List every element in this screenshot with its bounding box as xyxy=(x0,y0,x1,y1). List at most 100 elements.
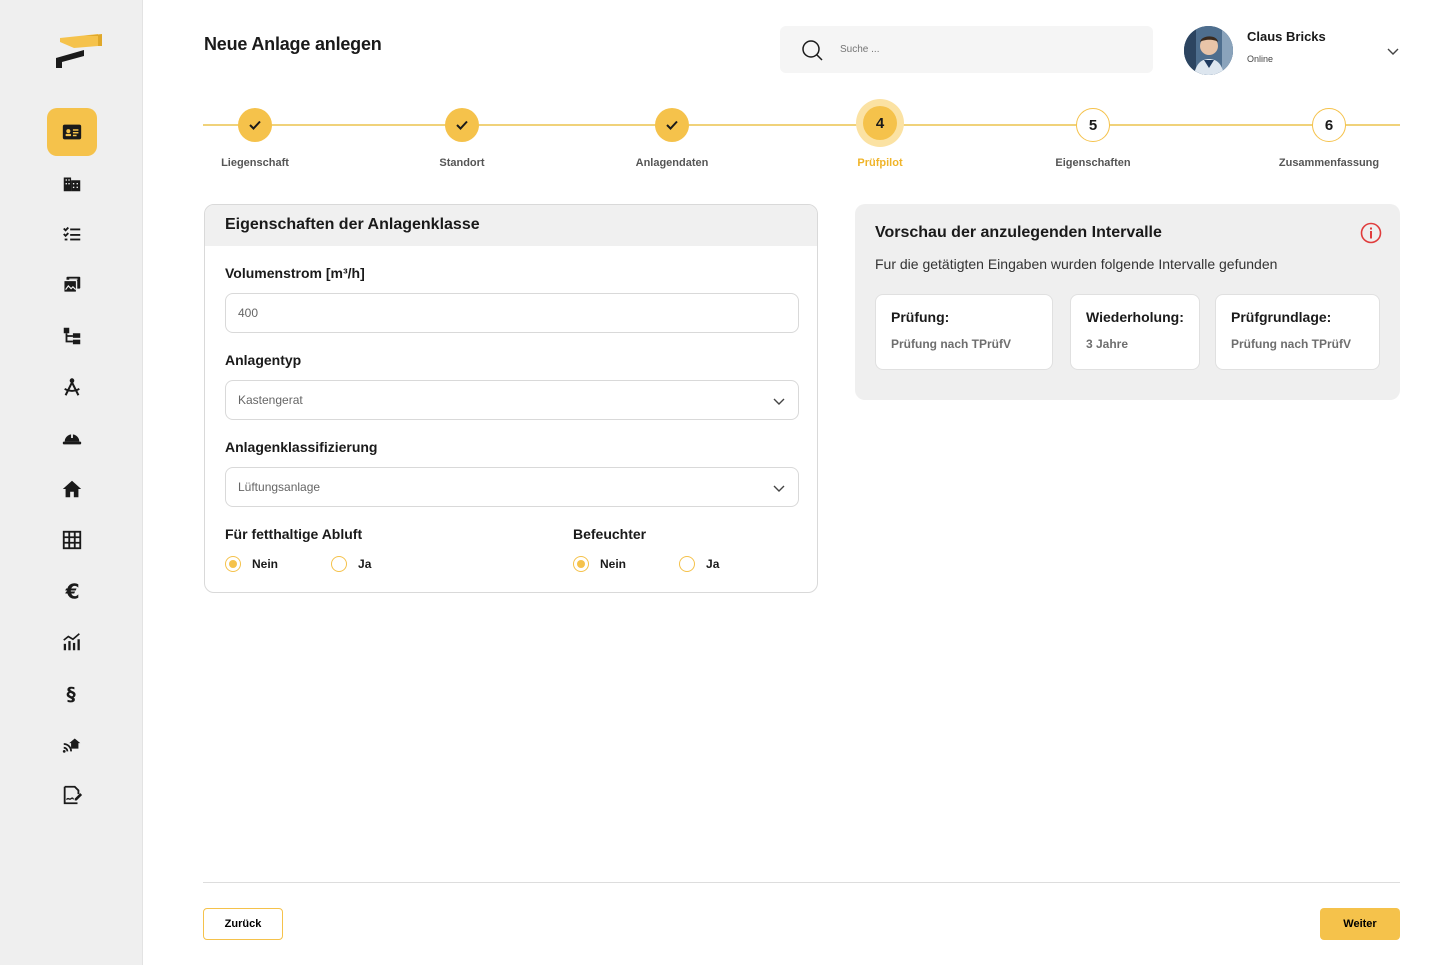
step-circle xyxy=(655,108,689,142)
checklist-icon xyxy=(63,226,81,241)
card-title: Eigenschaften der Anlagenklasse xyxy=(205,205,817,246)
check-icon xyxy=(666,120,678,130)
abluft-radio-nein[interactable]: Nein xyxy=(225,556,278,572)
volumenstrom-value: 400 xyxy=(238,306,259,320)
stepper-line xyxy=(203,124,1400,126)
nav-item-aufgaben[interactable] xyxy=(47,210,97,258)
tile-pruefgrundlage: Prüfgrundlage: Prüfung nach TPrüfV xyxy=(1215,294,1380,370)
signature-icon xyxy=(63,785,83,805)
svg-text:€: € xyxy=(65,580,80,602)
smart-home-icon xyxy=(62,738,81,753)
nav-item-struktur[interactable] xyxy=(47,312,97,360)
radio-dot xyxy=(679,556,696,572)
step-label: Eigenschaften xyxy=(1055,157,1131,169)
radio-label: Nein xyxy=(252,557,279,571)
step-label: Standort xyxy=(439,157,485,169)
abluft-radio-group: Nein Ja xyxy=(225,556,371,572)
radio-label: Nein xyxy=(600,557,627,571)
tile-value: Prüfung nach TPrüfV xyxy=(1231,337,1351,351)
search-input[interactable] xyxy=(840,44,1120,55)
home-icon xyxy=(62,480,82,498)
page-title: Neue Anlage anlegen xyxy=(204,34,382,54)
chevron-down-icon[interactable] xyxy=(1386,44,1400,58)
step-number: 6 xyxy=(1312,108,1346,142)
interval-preview-card: Vorschau der anzulegenden Intervalle Fur… xyxy=(855,204,1400,400)
anlagentyp-select[interactable]: Kastengerat xyxy=(225,380,799,420)
nav-item-dokumente[interactable] xyxy=(47,261,97,309)
chart-icon xyxy=(63,633,80,651)
nav-item-anlagen[interactable] xyxy=(47,108,97,156)
paragraph-icon: § xyxy=(67,684,77,704)
nav-item-objekte[interactable] xyxy=(47,465,97,513)
search-bar[interactable] xyxy=(780,26,1153,73)
befeuchter-label: Befeuchter xyxy=(573,526,647,542)
properties-card: Eigenschaften der Anlagenklasse Volumens… xyxy=(204,204,818,593)
nav-item-unterschrift[interactable] xyxy=(47,771,97,819)
step-zusammenfassung[interactable]: 6 Zusammenfassung xyxy=(1259,108,1399,169)
preview-title: Vorschau der anzulegenden Intervalle xyxy=(875,224,1162,241)
back-button[interactable]: Zurück xyxy=(203,908,283,940)
anlagentyp-value: Kastengerat xyxy=(238,393,303,407)
app-logo[interactable] xyxy=(54,30,104,70)
nav-item-arbeitsschutz[interactable] xyxy=(47,414,97,462)
id-card-icon xyxy=(62,124,82,140)
tile-title: Prüfgrundlage: xyxy=(1231,309,1332,325)
chevron-down-icon xyxy=(773,398,785,405)
tile-title: Wiederholung: xyxy=(1086,309,1184,325)
step-label: Zusammenfassung xyxy=(1278,157,1380,169)
svg-text:§: § xyxy=(67,684,77,704)
step-circle xyxy=(238,108,272,142)
next-button[interactable]: Weiter xyxy=(1320,908,1400,940)
radio-label: Ja xyxy=(706,557,720,571)
klassifizierung-value: Lüftungsanlage xyxy=(238,480,321,494)
step-label: Anlagendaten xyxy=(635,157,709,169)
nav-item-smarthome[interactable] xyxy=(47,720,97,768)
abluft-label: Für fetthaltige Abluft xyxy=(225,526,363,542)
klassifizierung-select[interactable]: Lüftungsanlage xyxy=(225,467,799,507)
helmet-icon xyxy=(62,432,82,445)
chevron-down-icon xyxy=(773,485,785,492)
user-name: Claus Bricks xyxy=(1247,29,1326,44)
user-status: Online xyxy=(1247,54,1274,64)
step-liegenschaft[interactable]: Liegenschaft xyxy=(185,108,325,169)
step-label: Liegenschaft xyxy=(221,157,289,169)
euro-icon: € xyxy=(65,580,80,602)
buildings-icon xyxy=(63,177,81,192)
tile-pruefung: Prüfung: Prüfung nach TPrüfV xyxy=(875,294,1053,370)
radio-dot xyxy=(573,556,589,572)
hierarchy-icon xyxy=(63,327,81,345)
info-icon[interactable] xyxy=(1360,222,1382,244)
anlagentyp-label: Anlagentyp xyxy=(225,352,302,368)
avatar xyxy=(1184,26,1233,75)
calendar-grid-icon xyxy=(62,530,82,550)
nav-item-kalender[interactable] xyxy=(47,516,97,564)
radio-label: Ja xyxy=(358,557,372,571)
step-eigenschaften[interactable]: 5 Eigenschaften xyxy=(1023,108,1163,169)
check-icon xyxy=(456,120,468,130)
befeuchter-radio-ja[interactable]: Ja xyxy=(679,556,719,572)
step-pruefpilot[interactable]: 4 Prüfpilot xyxy=(810,106,950,169)
befeuchter-radio-nein[interactable]: Nein xyxy=(573,556,626,572)
nav-item-statistik[interactable] xyxy=(47,618,97,666)
step-circle xyxy=(445,108,479,142)
user-menu[interactable]: Claus Bricks Online xyxy=(1184,26,1404,76)
sidebar: € § xyxy=(0,0,143,965)
step-anlagendaten[interactable]: Anlagendaten xyxy=(602,108,742,169)
step-standort[interactable]: Standort xyxy=(392,108,532,169)
volumenstrom-input[interactable]: 400 xyxy=(225,293,799,333)
documents-icon xyxy=(63,276,81,294)
nav-item-recht[interactable]: § xyxy=(47,669,97,717)
tile-title: Prüfung: xyxy=(891,309,950,325)
search-icon xyxy=(802,39,823,61)
tile-value: 3 Jahre xyxy=(1086,337,1129,351)
check-icon xyxy=(249,120,261,130)
radio-dot xyxy=(225,556,241,572)
footer-divider xyxy=(203,882,1400,883)
nav-item-planung[interactable] xyxy=(47,363,97,411)
preview-subtitle: Fur die getätigten Eingaben wurden folge… xyxy=(875,256,1278,272)
compass-icon xyxy=(64,378,80,396)
befeuchter-radio-group: Nein Ja xyxy=(573,556,719,572)
abluft-radio-ja[interactable]: Ja xyxy=(331,556,371,572)
nav-item-kosten[interactable]: € xyxy=(47,567,97,615)
nav-item-liegenschaften[interactable] xyxy=(47,159,97,207)
